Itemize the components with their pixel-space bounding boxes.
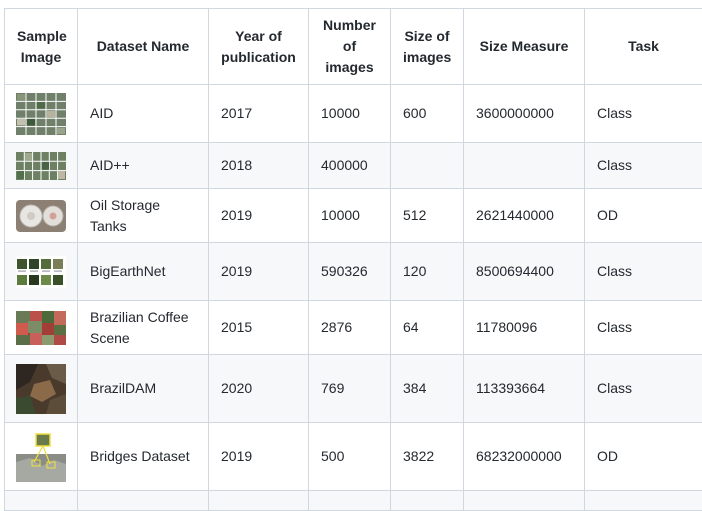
num-images-cell <box>309 491 391 511</box>
year-cell: 2018 <box>209 143 309 189</box>
sample-image-cell <box>5 143 78 189</box>
dataset-name-cell: Oil Storage Tanks <box>78 189 209 243</box>
dataset-name-cell: AID <box>78 85 209 143</box>
sample-image-cell <box>5 189 78 243</box>
dataset-name-cell: AID++ <box>78 143 209 189</box>
size-measure-cell <box>464 143 585 189</box>
size-images-cell: 512 <box>391 189 464 243</box>
size-images-cell: 384 <box>391 355 464 423</box>
dataset-name-cell: BrazilDAM <box>78 355 209 423</box>
year-cell <box>209 491 309 511</box>
size-measure-cell: 113393664 <box>464 355 585 423</box>
dataset-name-cell: Brazilian Coffee Scene <box>78 301 209 355</box>
table-row: Oil Storage Tanks 2019 10000 512 2621440… <box>5 189 702 243</box>
sample-image-cell <box>5 85 78 143</box>
size-measure-cell: 11780096 <box>464 301 585 355</box>
coffee-scene-thumbnail <box>16 311 66 345</box>
task-cell: Class <box>585 143 702 189</box>
aid-plus-grid-thumbnail <box>16 152 66 180</box>
header-sample-image: Sample Image <box>5 9 78 85</box>
size-images-cell: 600 <box>391 85 464 143</box>
aid-grid-thumbnail <box>16 93 66 135</box>
size-measure-cell: 3600000000 <box>464 85 585 143</box>
size-images-cell: 64 <box>391 301 464 355</box>
num-images-cell: 769 <box>309 355 391 423</box>
oil-tanks-thumbnail <box>16 200 66 232</box>
task-cell: Class <box>585 355 702 423</box>
year-cell: 2019 <box>209 189 309 243</box>
year-cell: 2020 <box>209 355 309 423</box>
size-images-cell <box>391 491 464 511</box>
year-cell: 2019 <box>209 423 309 491</box>
year-cell: 2017 <box>209 85 309 143</box>
num-images-cell: 10000 <box>309 189 391 243</box>
dataset-name-cell <box>78 491 209 511</box>
task-cell: Class <box>585 85 702 143</box>
size-measure-cell: 2621440000 <box>464 189 585 243</box>
dataset-name-cell: Bridges Dataset <box>78 423 209 491</box>
table-row: BigEarthNet 2019 590326 120 8500694400 C… <box>5 243 702 301</box>
table-row: Brazilian Coffee Scene 2015 2876 64 1178… <box>5 301 702 355</box>
bridges-thumbnail <box>16 432 66 482</box>
size-measure-cell: 68232000000 <box>464 423 585 491</box>
num-images-cell: 590326 <box>309 243 391 301</box>
bigearthnet-thumbnail <box>16 256 66 288</box>
sample-image-cell <box>5 243 78 301</box>
num-images-cell: 2876 <box>309 301 391 355</box>
size-measure-cell <box>464 491 585 511</box>
sample-image-cell <box>5 423 78 491</box>
task-cell: Class <box>585 243 702 301</box>
task-cell: OD <box>585 423 702 491</box>
num-images-cell: 400000 <box>309 143 391 189</box>
sample-image-cell <box>5 355 78 423</box>
size-images-cell: 120 <box>391 243 464 301</box>
table-row: AID 2017 10000 600 3600000000 Class <box>5 85 702 143</box>
sample-image-cell <box>5 491 78 511</box>
table-row: BrazilDAM 2020 769 384 113393664 Class <box>5 355 702 423</box>
task-cell: OD <box>585 189 702 243</box>
table-row: Bridges Dataset 2019 500 3822 6823200000… <box>5 423 702 491</box>
task-cell: Class <box>585 301 702 355</box>
num-images-cell: 500 <box>309 423 391 491</box>
header-dataset-name: Dataset Name <box>78 9 209 85</box>
year-cell: 2015 <box>209 301 309 355</box>
sample-image-cell <box>5 301 78 355</box>
task-cell <box>585 491 702 511</box>
datasets-table: Sample Image Dataset Name Year of public… <box>4 8 702 511</box>
num-images-cell: 10000 <box>309 85 391 143</box>
header-task: Task <box>585 9 702 85</box>
header-size-images: Size of images <box>391 9 464 85</box>
size-images-cell <box>391 143 464 189</box>
year-cell: 2019 <box>209 243 309 301</box>
header-row: Sample Image Dataset Name Year of public… <box>5 9 702 85</box>
table-row <box>5 491 702 511</box>
dataset-name-cell: BigEarthNet <box>78 243 209 301</box>
header-size-measure: Size Measure <box>464 9 585 85</box>
size-images-cell: 3822 <box>391 423 464 491</box>
header-num-images: Number of images <box>309 9 391 85</box>
header-year: Year of publication <box>209 9 309 85</box>
table-row: AID++ 2018 400000 Class <box>5 143 702 189</box>
size-measure-cell: 8500694400 <box>464 243 585 301</box>
brazildam-thumbnail <box>16 364 66 414</box>
